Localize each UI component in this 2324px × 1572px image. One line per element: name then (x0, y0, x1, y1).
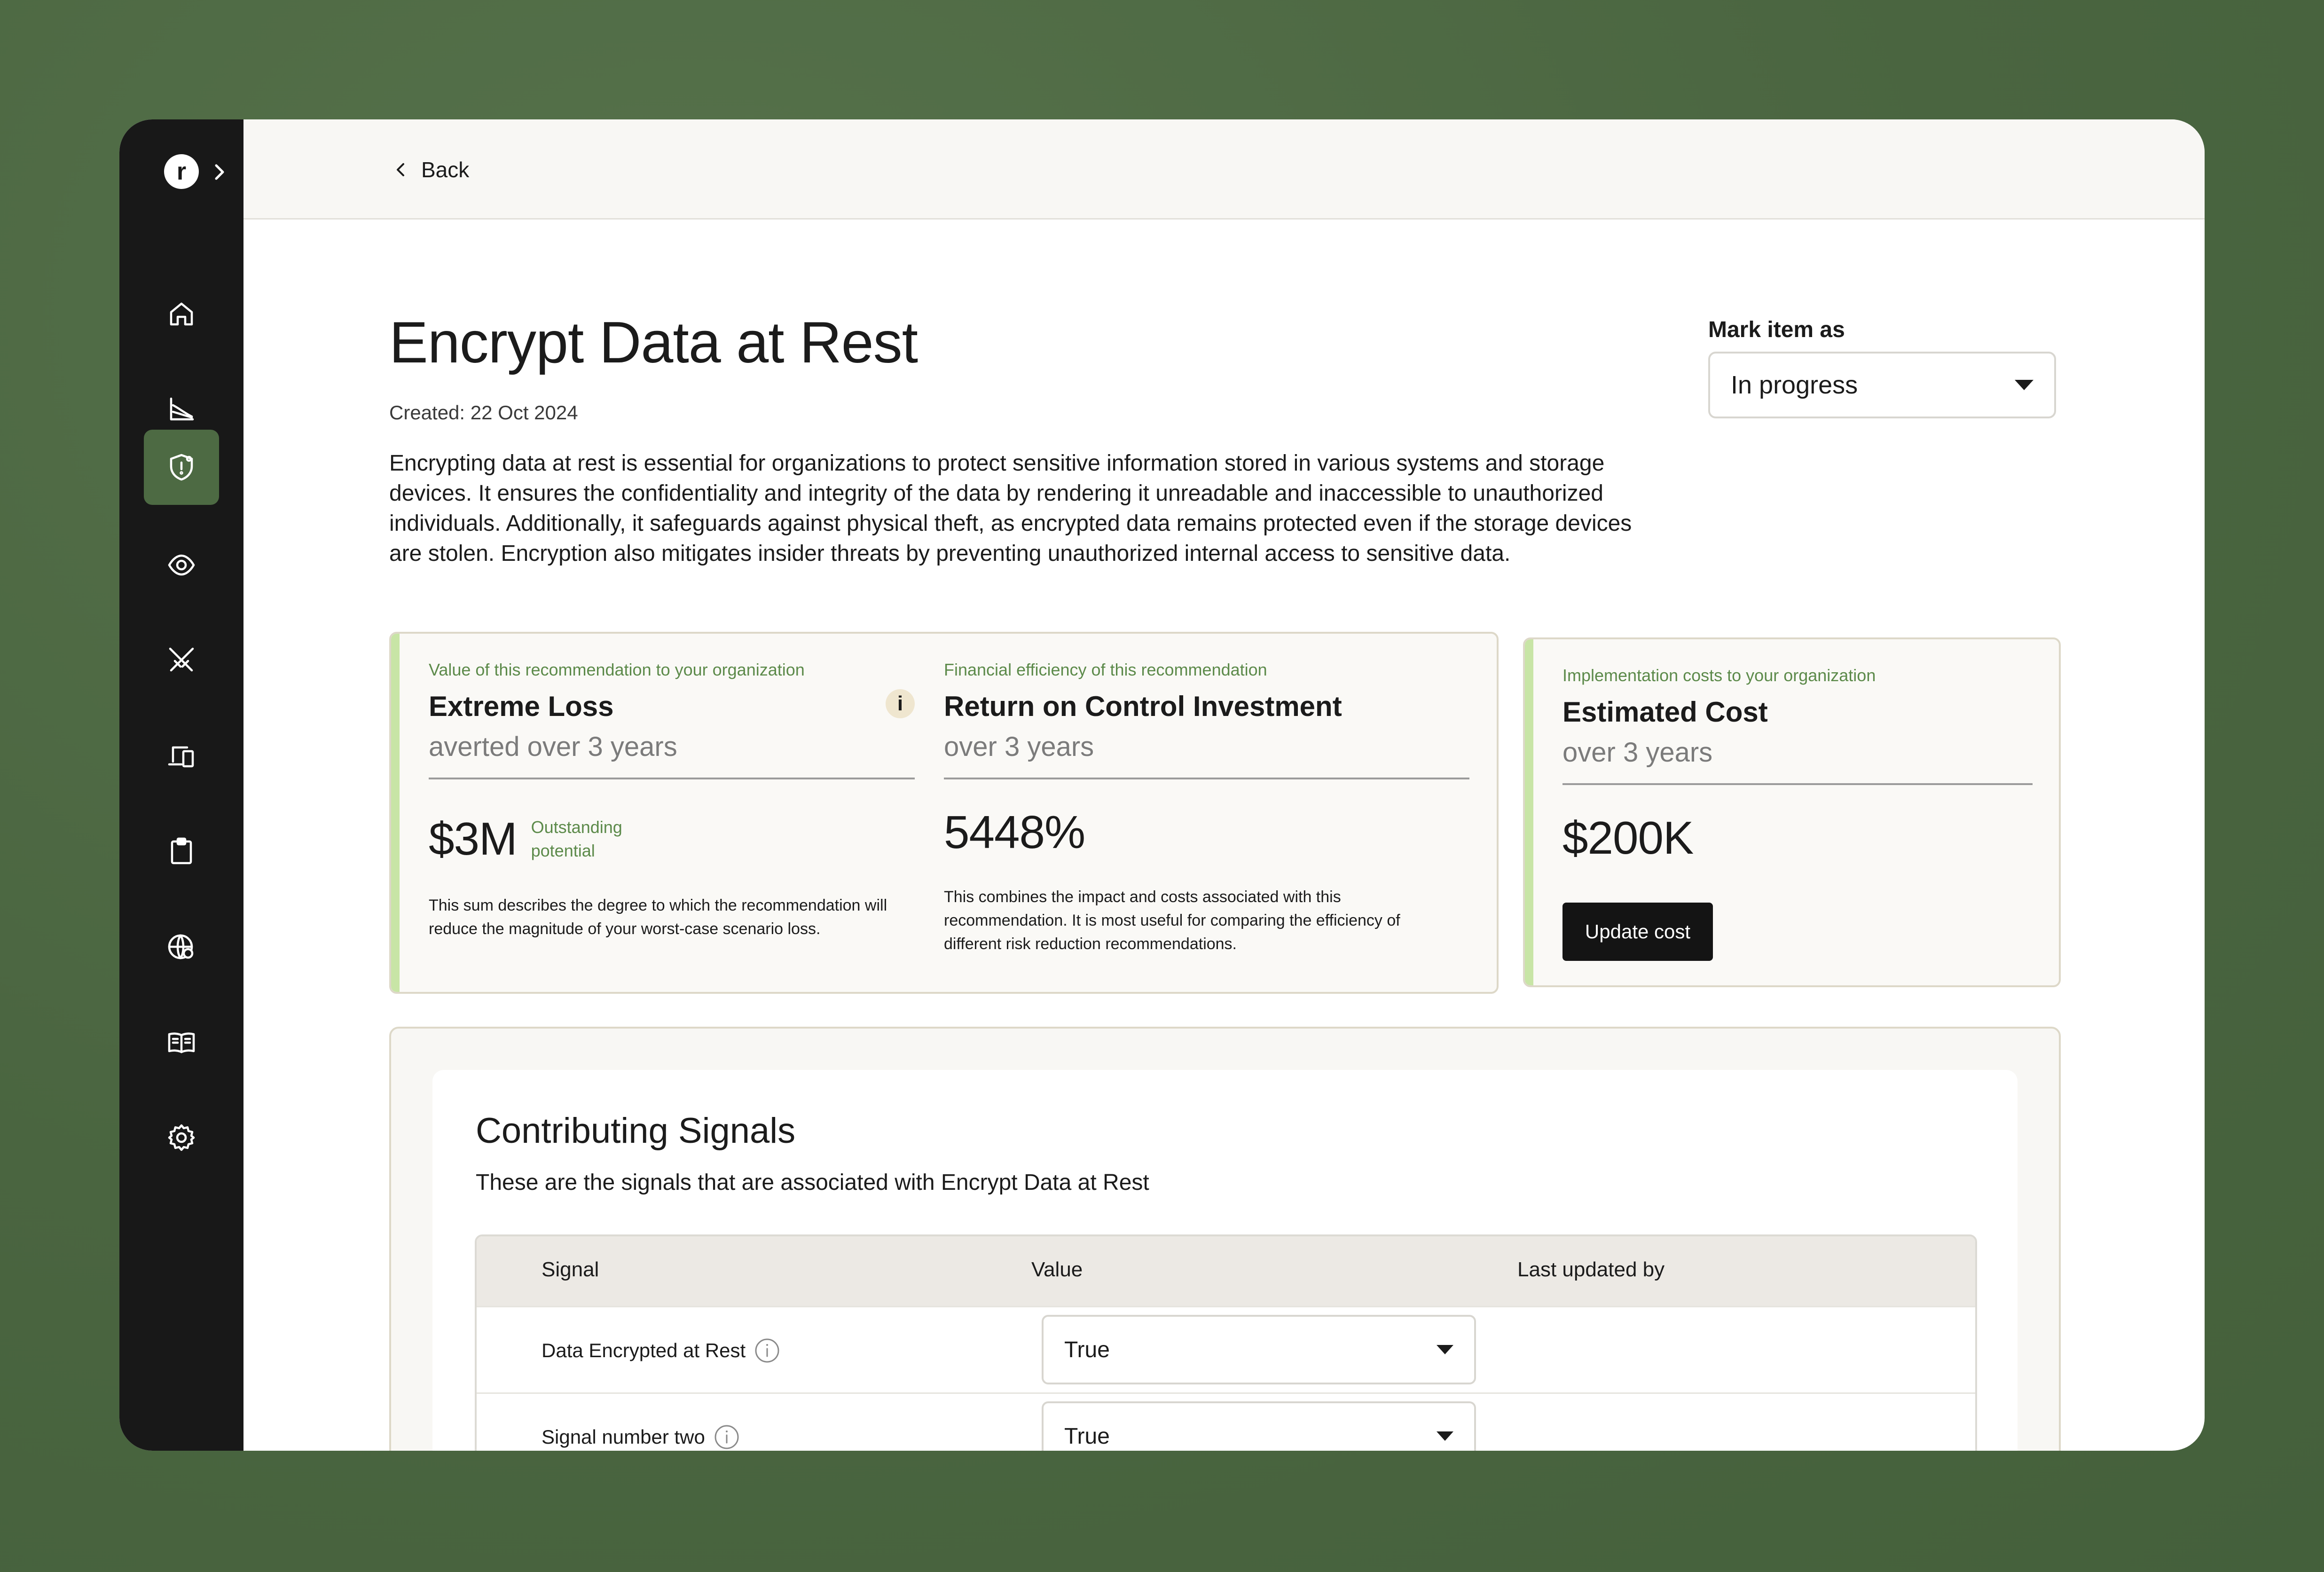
globe-icon (168, 934, 194, 959)
cost-section: Implementation costs to your organizatio… (1562, 666, 2033, 865)
sidebar-item-visibility[interactable] (144, 527, 219, 603)
table-row: Data Encrypted at Rest True (477, 1306, 1975, 1394)
signal-value: True (1064, 1423, 1110, 1449)
cost-value: $200K (1562, 812, 1694, 864)
status-select[interactable]: In progress (1708, 352, 2056, 418)
column-header-signal: Signal (542, 1258, 599, 1281)
mark-item-label: Mark item as (1708, 317, 1845, 342)
home-icon (170, 302, 193, 326)
sidebar-item-tasks[interactable] (144, 813, 219, 888)
cost-title: Estimated Cost (1562, 696, 1768, 728)
signal-name-cell: Signal number two (542, 1424, 740, 1450)
update-cost-button[interactable]: Update cost (1562, 903, 1713, 961)
cost-card: Implementation costs to your organizatio… (1523, 637, 2061, 987)
signals-title: Contributing Signals (476, 1111, 796, 1151)
app-window: r Back Encrypt Data at Rest Created: 22 … (119, 119, 2205, 1451)
sidebar-item-global[interactable] (144, 909, 219, 984)
signal-name: Data Encrypted at Rest (542, 1339, 746, 1361)
column-header-last-updated: Last updated by (1517, 1258, 1665, 1281)
loss-note: This sum describes the degree to which t… (429, 896, 887, 938)
signals-table: Signal Value Last updated by Data Encryp… (475, 1234, 1977, 1451)
page-title: Encrypt Data at Rest (389, 310, 918, 375)
roi-subtitle: over 3 years (944, 731, 1094, 762)
info-icon[interactable] (754, 1337, 780, 1364)
swords-icon (169, 647, 194, 672)
back-button-label: Back (421, 157, 470, 182)
chevron-left-icon (397, 163, 404, 176)
sidebar: r (119, 119, 243, 1451)
signal-name-cell: Data Encrypted at Rest (542, 1337, 780, 1364)
shield-icon (170, 454, 193, 481)
extreme-loss-section: Value of this recommendation to your org… (429, 660, 915, 941)
divider (944, 778, 1469, 779)
info-icon[interactable] (714, 1424, 740, 1450)
signal-value-select[interactable]: True (1042, 1401, 1476, 1451)
top-bar: Back (243, 119, 2205, 220)
recommendation-description: Encrypting data at rest is essential for… (389, 451, 1632, 566)
status-select-value: In progress (1731, 371, 1858, 399)
cost-subtitle: over 3 years (1562, 737, 1713, 768)
roi-section: Financial efficiency of this recommendat… (944, 660, 1469, 956)
column-header-value: Value (1031, 1258, 1083, 1281)
roi-note: This combines the impact and costs assoc… (944, 888, 1400, 953)
caret-down-icon (1437, 1345, 1453, 1354)
gear-icon (168, 1124, 195, 1151)
sidebar-item-library[interactable] (144, 1005, 219, 1080)
sidebar-item-recommendations[interactable] (144, 430, 219, 505)
signals-subtitle: These are the signals that are associate… (476, 1170, 1149, 1195)
divider (429, 778, 915, 779)
signal-name: Signal number two (542, 1426, 705, 1448)
signals-panel: Contributing Signals These are the signa… (389, 1027, 2061, 1451)
loss-kicker: Value of this recommendation to your org… (429, 660, 805, 679)
caret-down-icon (2015, 380, 2034, 390)
value-card: Value of this recommendation to your org… (389, 632, 1499, 994)
devices-icon (168, 746, 194, 768)
divider (1562, 783, 2033, 785)
clipboard-icon (171, 837, 192, 865)
caret-down-icon (1437, 1431, 1453, 1441)
sidebar-item-home[interactable] (144, 276, 219, 352)
created-date: Created: 22 Oct 2024 (389, 401, 578, 424)
info-icon[interactable]: i (886, 689, 915, 718)
roi-title: Return on Control Investment (944, 691, 1342, 722)
eye-icon (168, 554, 195, 576)
roi-value: 5448% (944, 806, 1085, 858)
roi-kicker: Financial efficiency of this recommendat… (944, 660, 1267, 679)
potential-badge: Outstanding potential (531, 817, 622, 860)
app-logo[interactable]: r (164, 154, 199, 189)
table-header: Signal Value Last updated by (477, 1236, 1975, 1306)
back-button[interactable]: Back (394, 154, 469, 185)
signal-value: True (1064, 1337, 1110, 1362)
signal-value-select[interactable]: True (1042, 1315, 1476, 1384)
sidebar-item-assets[interactable] (144, 718, 219, 794)
signals-card: Contributing Signals These are the signa… (432, 1070, 2018, 1451)
book-icon (168, 1032, 195, 1053)
table-row: Signal number two True (477, 1392, 1975, 1451)
chart-icon (170, 397, 194, 421)
loss-title: Extreme Loss (429, 691, 614, 722)
sidebar-item-settings[interactable] (144, 1100, 219, 1175)
loss-value: $3M (429, 813, 518, 865)
chevron-right-icon[interactable] (212, 163, 228, 181)
sidebar-item-threats[interactable] (144, 622, 219, 698)
loss-subtitle: averted over 3 years (429, 731, 677, 762)
cost-kicker: Implementation costs to your organizatio… (1562, 666, 1876, 685)
